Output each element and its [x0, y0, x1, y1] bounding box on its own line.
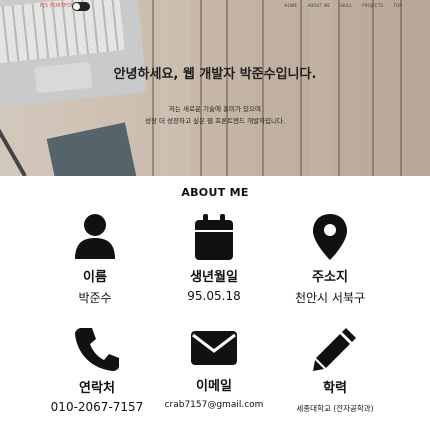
info-phone: 연락처 010-2067-7157	[37, 326, 157, 414]
wood-grain	[160, 0, 190, 176]
top-nav: PJS PORTFOLIO HOME ABOUT ME SKILL PROJEC…	[0, 0, 430, 13]
info-value: crab7157@gmail.com	[164, 400, 264, 410]
wood-plank-line	[300, 0, 302, 176]
toggle-knob	[73, 3, 80, 10]
hero-title: 안녕하세요, 웹 개발자 박준수입니다.	[113, 67, 317, 82]
info-value: 95.05.18	[187, 289, 241, 303]
hero-subtitle-line1: 저는 새로운 기술에 흥미가 있으며	[169, 105, 261, 113]
phone-icon	[75, 328, 119, 371]
nav-item-projects[interactable]: PROJECTS	[362, 3, 383, 8]
info-label: 학력	[323, 381, 347, 396]
info-value: 박준수	[78, 291, 112, 305]
pencil-image	[0, 123, 27, 176]
info-label: 이름	[83, 270, 107, 285]
info-value: 010-2067-7157	[50, 400, 144, 414]
wood-plank-line	[400, 0, 402, 176]
hero-banner: 안녕하세요, 웹 개발자 박준수입니다. 저는 새로운 기술에 흥미가 있으며 …	[0, 0, 430, 176]
wood-plank-line	[200, 0, 202, 176]
wood-plank-line	[152, 0, 154, 176]
notebook-image	[46, 122, 138, 176]
wood-plank-line	[338, 0, 340, 176]
info-value: 세종대학교 (전자공학과)	[296, 404, 374, 413]
wood-plank-line	[226, 0, 228, 176]
info-label: 주소지	[312, 270, 348, 285]
info-email: 이메일 crab7157@gmail.com	[154, 330, 274, 410]
info-label: 연락처	[79, 381, 115, 396]
nav-item-about[interactable]: ABOUT ME	[307, 3, 330, 8]
calendar-icon	[195, 214, 233, 260]
wood-grain	[310, 0, 332, 176]
info-label: 생년월일	[190, 270, 238, 285]
map-marker-icon	[313, 214, 347, 260]
wood-plank-line	[262, 0, 264, 176]
info-label: 이메일	[196, 379, 232, 394]
info-birth: 생년월일 95.05.18	[154, 213, 274, 303]
info-name: 이름 박준수	[35, 213, 155, 306]
info-value: 천안시 서북구	[294, 291, 366, 305]
wood-plank-line	[372, 0, 374, 176]
envelope-icon	[191, 331, 237, 365]
theme-toggle[interactable]	[72, 2, 90, 11]
nav-item-top[interactable]: TOP	[393, 3, 402, 8]
hero-subtitle-line2: 성장 더 성장하고 싶은 웹 프론트엔드 개발자입니다.	[144, 117, 286, 125]
laptop-image	[0, 0, 148, 108]
info-education: 학력 세종대학교 (전자공학과)	[275, 326, 395, 414]
pencil-icon	[313, 328, 356, 371]
nav-item-skill[interactable]: SKILL	[340, 3, 352, 8]
about-heading: ABOUT ME	[181, 186, 249, 199]
info-address: 주소지 천안시 서북구	[270, 213, 390, 306]
nav-menu: HOME ABOUT ME SKILL PROJECTS TOP	[284, 3, 402, 8]
nav-item-home[interactable]: HOME	[284, 3, 297, 8]
user-icon	[75, 214, 115, 259]
